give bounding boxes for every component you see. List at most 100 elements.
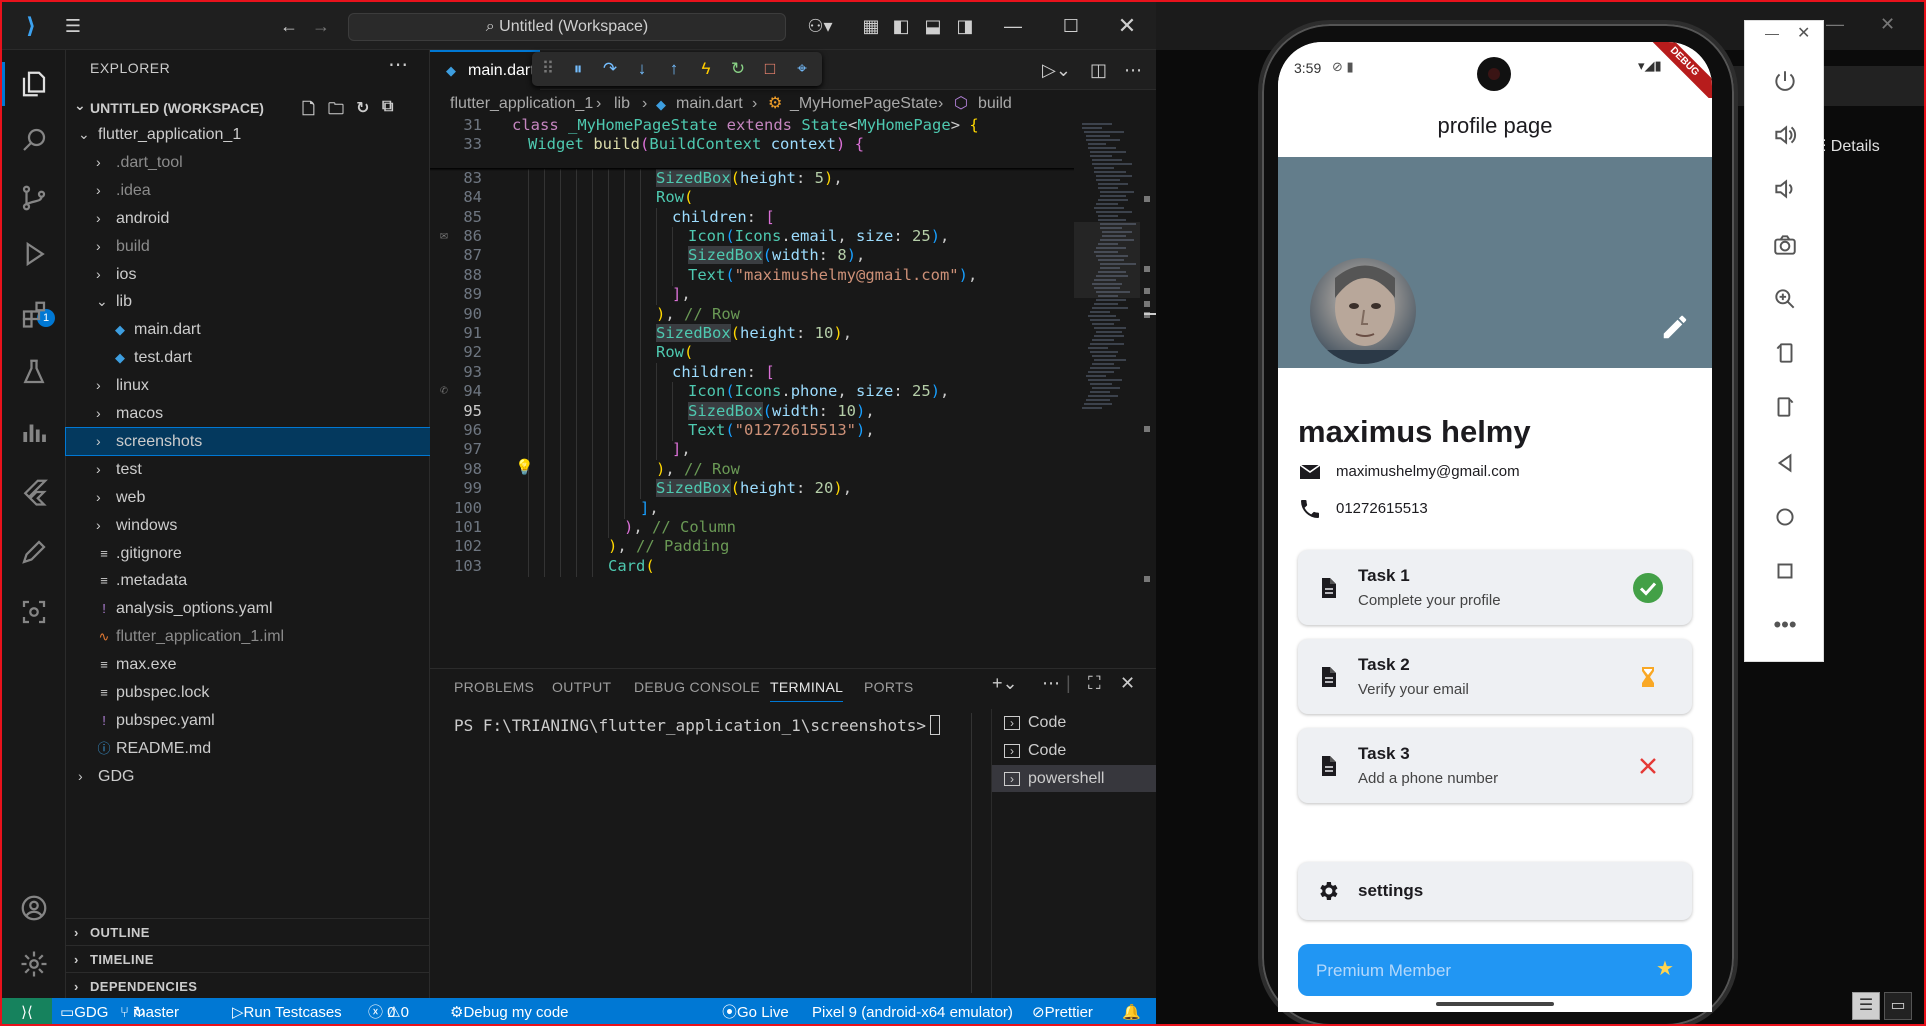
new-terminal-icon[interactable]: +⌄ bbox=[992, 673, 1018, 694]
search-icon[interactable] bbox=[2, 112, 66, 168]
back-triangle-icon[interactable] bbox=[1745, 435, 1825, 490]
stop-icon[interactable]: □ bbox=[754, 52, 786, 86]
tree-file[interactable]: ∿ flutter_application_1.iml bbox=[66, 623, 430, 650]
volume-down-icon[interactable] bbox=[1745, 161, 1825, 216]
remote-indicator-icon[interactable]: ⟩⟨ bbox=[2, 998, 52, 1024]
tree-folder[interactable]: › .dart_tool bbox=[66, 149, 430, 176]
premium-member-button[interactable]: Premium Member ★ bbox=[1298, 944, 1692, 996]
refresh-icon[interactable]: ↻ bbox=[356, 98, 369, 118]
restart-icon[interactable]: ↻ bbox=[722, 52, 754, 86]
outline-section[interactable]: › OUTLINE bbox=[66, 918, 430, 945]
avatar[interactable] bbox=[1310, 258, 1416, 364]
charts-icon[interactable] bbox=[2, 404, 66, 460]
tab-debug-console[interactable]: DEBUG CONSOLE bbox=[634, 679, 760, 695]
breadcrumb-item[interactable]: _MyHomePageState bbox=[790, 92, 938, 116]
testing-icon[interactable] bbox=[2, 344, 66, 400]
terminal-item[interactable]: › Code bbox=[992, 709, 1157, 736]
breadcrumb-item[interactable]: flutter_application_1 bbox=[450, 92, 593, 116]
task-card[interactable]: Task 1 Complete your profile bbox=[1298, 550, 1692, 625]
hot-reload-icon[interactable]: ϟ bbox=[690, 52, 722, 86]
explorer-icon[interactable] bbox=[2, 56, 66, 112]
back-arrow-icon[interactable]: ← bbox=[274, 2, 304, 50]
pause-icon[interactable]: ⏸ bbox=[562, 52, 594, 86]
prettier-status[interactable]: ⊘ Prettier bbox=[1032, 998, 1093, 1024]
breadcrumb-item[interactable]: lib bbox=[614, 92, 630, 116]
tree-file[interactable]: ≡ pubspec.lock bbox=[66, 679, 430, 706]
workspace-status[interactable]: ▭ GDG bbox=[60, 998, 108, 1024]
step-over-icon[interactable]: ↷ bbox=[594, 52, 626, 86]
more-actions-icon[interactable]: ⋯ bbox=[1124, 50, 1142, 90]
more-icon[interactable]: ••• bbox=[1745, 597, 1825, 652]
camera-icon[interactable] bbox=[1745, 217, 1825, 272]
forward-arrow-icon[interactable]: → bbox=[306, 2, 336, 50]
edit-tool-icon[interactable] bbox=[2, 524, 66, 580]
tree-file[interactable]: ◆ test.dart bbox=[66, 344, 430, 371]
tab-main-dart[interactable]: ◆ main.dart bbox=[430, 50, 540, 90]
terminal-scrollbar[interactable] bbox=[971, 713, 972, 993]
tree-folder[interactable]: › ios bbox=[66, 261, 430, 288]
terminal-output[interactable]: PS F:\TRIANING\flutter_application_1\scr… bbox=[454, 715, 941, 735]
tree-folder[interactable]: › .idea bbox=[66, 177, 430, 204]
split-editor-icon[interactable]: ◫ bbox=[1090, 50, 1107, 90]
edit-pencil-icon[interactable] bbox=[1660, 312, 1690, 347]
dependencies-section[interactable]: › DEPENDENCIES bbox=[66, 972, 430, 999]
rotate-left-icon[interactable] bbox=[1745, 325, 1825, 380]
account-icon[interactable] bbox=[2, 880, 66, 936]
extensions-icon[interactable] bbox=[2, 286, 66, 342]
code-editor[interactable]: 31 class _MyHomePageState extends State<M… bbox=[430, 116, 1074, 656]
toggle-panel-icon[interactable]: ⬓ bbox=[920, 2, 946, 50]
minimize-icon[interactable]: — bbox=[1826, 14, 1844, 35]
branch-status[interactable]: ⑂ master ↻ bbox=[120, 998, 179, 1024]
tree-folder[interactable]: › screenshots bbox=[65, 426, 431, 456]
debug-status[interactable]: ⚙ Debug my code bbox=[450, 998, 569, 1024]
zoom-icon[interactable] bbox=[1745, 271, 1825, 326]
window-view-icon[interactable]: ▭ bbox=[1884, 992, 1912, 1020]
terminal-item[interactable]: › Code bbox=[992, 737, 1157, 764]
copilot-icon[interactable]: ⚇▾ bbox=[800, 2, 840, 50]
step-out-icon[interactable]: ↑ bbox=[658, 52, 690, 86]
tree-folder[interactable]: › build bbox=[66, 233, 430, 260]
settings-tile[interactable]: settings bbox=[1298, 862, 1692, 920]
maximize-panel-icon[interactable]: ⛶ bbox=[1088, 673, 1101, 694]
breadcrumb-item[interactable]: main.dart bbox=[676, 92, 743, 116]
device-selector[interactable]: Pixel 9 (android-x64 emulator) bbox=[812, 998, 1013, 1024]
step-into-icon[interactable]: ↓ bbox=[626, 52, 658, 86]
menu-icon[interactable]: ☰ bbox=[58, 2, 88, 50]
tree-folder[interactable]: ⌄ flutter_application_1 bbox=[66, 121, 430, 148]
go-live-button[interactable]: ⦿ Go Live bbox=[722, 998, 789, 1024]
home-indicator[interactable] bbox=[1436, 1002, 1554, 1006]
toggle-sidebar-icon[interactable]: ◧ bbox=[888, 2, 914, 50]
tree-folder[interactable]: › GDG bbox=[66, 763, 430, 790]
notifications-bell-icon[interactable]: 🔔 bbox=[1122, 998, 1141, 1024]
widget-inspector-icon[interactable]: ⌖ bbox=[786, 52, 818, 86]
overview-square-icon[interactable] bbox=[1745, 543, 1825, 598]
tree-folder[interactable]: › macos bbox=[66, 400, 430, 427]
tree-file[interactable]: ! analysis_options.yaml bbox=[66, 595, 430, 622]
rotate-right-icon[interactable] bbox=[1745, 379, 1825, 434]
collapse-all-icon[interactable]: ⧉ bbox=[382, 98, 393, 116]
close-icon[interactable]: ✕ bbox=[1112, 2, 1142, 50]
list-view-icon[interactable]: ☰ bbox=[1852, 992, 1880, 1020]
drag-handle-icon[interactable]: ⠿ bbox=[532, 52, 564, 86]
tree-folder[interactable]: ⌄ lib bbox=[66, 288, 430, 315]
command-center[interactable]: ⌕ Untitled (Workspace) bbox=[348, 13, 786, 41]
run-testcases-button[interactable]: ▷ Run Testcases bbox=[232, 998, 342, 1024]
tree-file[interactable]: ≡ max.exe bbox=[66, 651, 430, 678]
close-icon[interactable]: ✕ bbox=[1797, 23, 1810, 43]
terminal-item[interactable]: › powershell bbox=[992, 765, 1157, 792]
tab-problems[interactable]: PROBLEMS bbox=[454, 679, 534, 695]
tab-output[interactable]: OUTPUT bbox=[552, 679, 611, 695]
maximize-icon[interactable]: ☐ bbox=[1056, 2, 1086, 50]
more-actions-icon[interactable]: ⋯ bbox=[1042, 673, 1060, 694]
power-icon[interactable] bbox=[1745, 53, 1825, 108]
tree-folder[interactable]: › linux bbox=[66, 372, 430, 399]
task-card[interactable]: Task 3 Add a phone number bbox=[1298, 728, 1692, 803]
settings-gear-icon[interactable] bbox=[2, 936, 66, 992]
tree-file[interactable]: ⓘ README.md bbox=[66, 735, 430, 762]
minimize-icon[interactable]: — bbox=[1765, 25, 1779, 41]
more-actions-icon[interactable]: ⋯ bbox=[388, 52, 408, 77]
timeline-section[interactable]: › TIMELINE bbox=[66, 945, 430, 972]
task-card[interactable]: Task 2 Verify your email bbox=[1298, 639, 1692, 714]
minimap[interactable] bbox=[1074, 116, 1156, 656]
close-icon[interactable]: ✕ bbox=[1880, 14, 1895, 35]
